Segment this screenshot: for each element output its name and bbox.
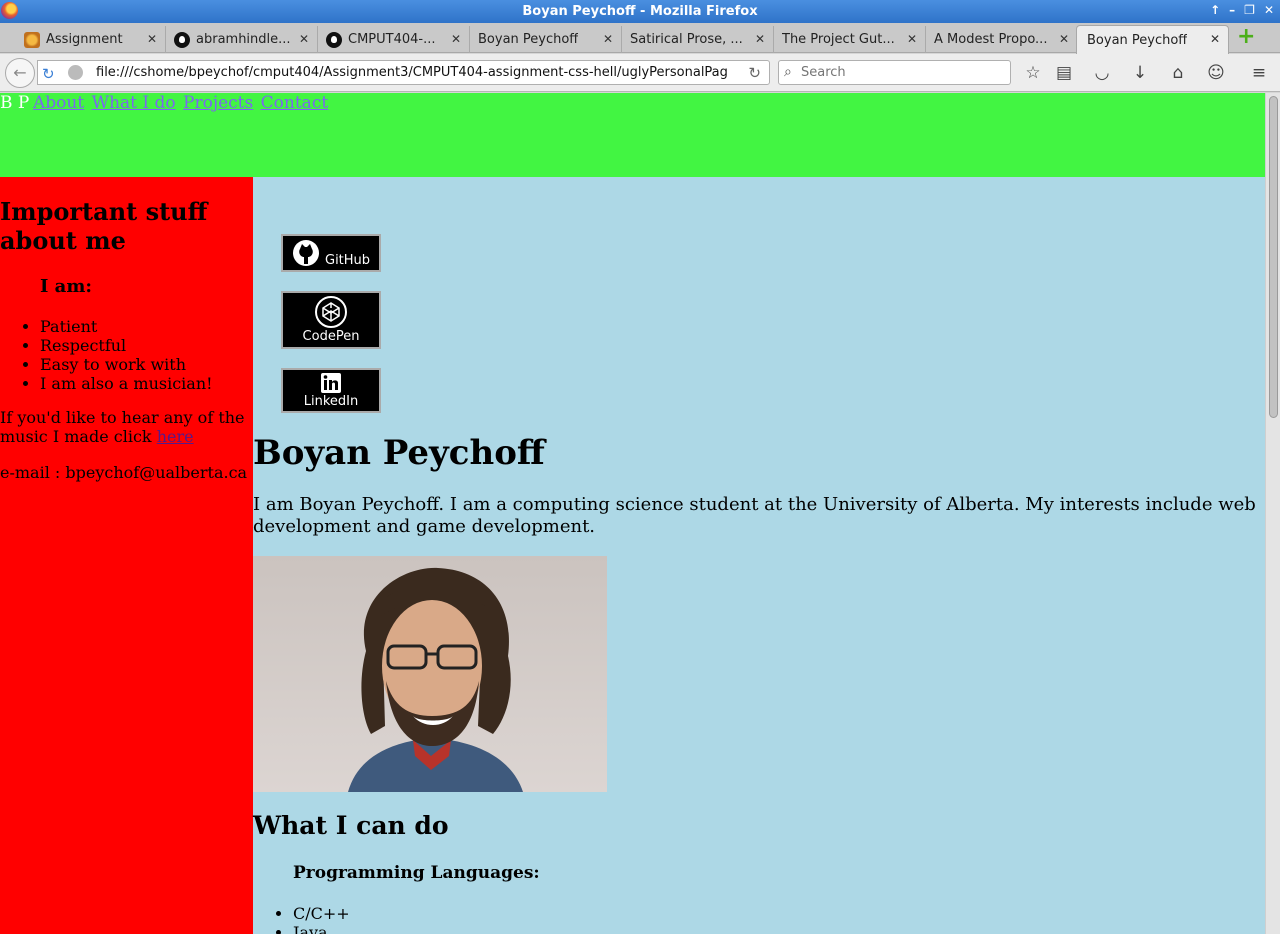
page-header: B P About What I do Projects Contact xyxy=(0,93,1265,177)
nav-about-link[interactable]: About xyxy=(33,93,84,113)
email-text: e-mail : bpeychof@ualberta.ca xyxy=(0,463,248,482)
linkedin-button[interactable]: LinkedIn xyxy=(281,368,381,413)
tab-label: A Modest Propo... xyxy=(934,32,1048,47)
url-bar[interactable]: ↻ file:///cshome/bpeychof/cmput404/Assig… xyxy=(37,60,770,85)
page-viewport: B P About What I do Projects Contact Imp… xyxy=(0,93,1265,934)
window-up-icon[interactable]: ↑ xyxy=(1210,3,1220,17)
window-title: Boyan Peychoff - Mozilla Firefox xyxy=(522,4,758,19)
sidebar-title: Important stuff about me xyxy=(0,197,208,255)
close-tab-icon[interactable]: ✕ xyxy=(451,32,461,46)
brand-initials: B P xyxy=(0,93,30,113)
list-item: I am also a musician! xyxy=(40,374,213,393)
codepen-icon xyxy=(315,296,347,328)
tab-label: CMPUT404-... xyxy=(348,32,436,47)
nav-projects-link[interactable]: Projects xyxy=(183,93,253,113)
home-icon[interactable]: ⌂ xyxy=(1167,63,1189,83)
github-icon xyxy=(293,240,319,266)
site-info-icon[interactable] xyxy=(68,65,83,80)
music-paragraph: If you'd like to hear any of the music I… xyxy=(0,408,253,446)
bookmark-star-icon[interactable]: ☆ xyxy=(1022,63,1044,83)
close-tab-icon[interactable]: ✕ xyxy=(299,32,309,46)
menu-icon[interactable]: ≡ xyxy=(1248,63,1270,83)
list-item: Respectful xyxy=(40,336,213,355)
search-input[interactable] xyxy=(801,63,1001,82)
new-tab-icon[interactable]: + xyxy=(1237,26,1257,48)
tab-modest-proposal[interactable]: A Modest Propo... ✕ xyxy=(928,26,1078,53)
portrait-illustration xyxy=(348,567,523,792)
sidebar-subtitle: I am: xyxy=(40,276,93,297)
sidebar: Important stuff about me I am: Patient R… xyxy=(0,177,253,934)
search-box[interactable]: ⌕ xyxy=(778,60,1011,85)
search-icon: ⌕ xyxy=(784,64,792,80)
window-controls: ↑ – ❐ ✕ xyxy=(1210,3,1274,17)
skills-section-title: What I can do xyxy=(253,811,449,840)
tab-label: Assignment xyxy=(46,32,123,47)
reading-list-icon[interactable]: ▤ xyxy=(1053,63,1075,83)
scrollbar-thumb[interactable] xyxy=(1269,96,1278,418)
tab-strip: Assignment ✕ abramhindle... ✕ CMPUT404-.… xyxy=(0,23,1280,54)
languages-list: C/C++ Java xyxy=(293,904,350,934)
tab-label: abramhindle... xyxy=(196,32,291,47)
window-titlebar: Boyan Peychoff - Mozilla Firefox ↑ – ❐ ✕ xyxy=(0,0,1280,23)
hello-icon[interactable]: ☺ xyxy=(1205,63,1227,83)
tab-boyan-peychoff[interactable]: Boyan Peychoff ✕ xyxy=(472,26,622,53)
tab-assignment[interactable]: Assignment ✕ xyxy=(18,26,166,53)
close-tab-icon[interactable]: ✕ xyxy=(603,32,613,46)
navigation-toolbar: ← ↻ file:///cshome/bpeychof/cmput404/Ass… xyxy=(0,54,1280,92)
github-icon xyxy=(326,31,342,48)
tab-label: Satirical Prose, ... xyxy=(630,32,743,47)
nav-contact-link[interactable]: Contact xyxy=(261,93,329,113)
music-link[interactable]: here xyxy=(157,427,194,446)
close-tab-icon[interactable]: ✕ xyxy=(147,32,157,46)
minimize-icon[interactable]: – xyxy=(1229,3,1235,17)
music-text: If you'd like to hear any of the music I… xyxy=(0,408,245,446)
maximize-icon[interactable]: ❐ xyxy=(1244,3,1255,17)
vertical-scrollbar[interactable] xyxy=(1265,93,1280,934)
page-title: Boyan Peychoff xyxy=(253,433,545,473)
close-tab-icon[interactable]: ✕ xyxy=(1210,32,1220,46)
tab-cmput404[interactable]: CMPUT404-... ✕ xyxy=(320,26,470,53)
close-tab-icon[interactable]: ✕ xyxy=(755,32,765,46)
codepen-button[interactable]: CodePen xyxy=(281,291,381,349)
tab-project-gutenberg[interactable]: The Project Gut... ✕ xyxy=(776,26,926,53)
portrait-photo xyxy=(253,556,607,792)
refresh-icon[interactable]: ↻ xyxy=(748,64,761,82)
tab-boyan-peychoff-active[interactable]: Boyan Peychoff ✕ xyxy=(1076,25,1229,54)
close-window-icon[interactable]: ✕ xyxy=(1264,3,1274,17)
linkedin-icon xyxy=(321,373,341,393)
intro-paragraph: I am Boyan Peychoff. I am a computing sc… xyxy=(253,494,1256,537)
list-item: Java xyxy=(293,923,350,934)
tab-label: Boyan Peychoff xyxy=(478,32,579,47)
tab-satirical-prose[interactable]: Satirical Prose, ... ✕ xyxy=(624,26,774,53)
header-nav: About What I do Projects Contact xyxy=(33,93,330,113)
assignment-icon xyxy=(24,31,40,48)
list-item: Easy to work with xyxy=(40,355,213,374)
github-label: GitHub xyxy=(325,253,371,268)
pocket-icon[interactable]: ◡ xyxy=(1091,63,1113,83)
github-icon xyxy=(174,31,190,48)
linkedin-label: LinkedIn xyxy=(303,394,359,409)
download-icon[interactable]: ↓ xyxy=(1129,63,1151,83)
nav-what-i-do-link[interactable]: What I do xyxy=(92,93,176,113)
tab-label: The Project Gut... xyxy=(782,32,895,47)
tab-abramhindle[interactable]: abramhindle... ✕ xyxy=(168,26,318,53)
close-tab-icon[interactable]: ✕ xyxy=(1059,32,1069,46)
github-button[interactable]: GitHub xyxy=(281,234,381,272)
tab-label: Boyan Peychoff xyxy=(1087,32,1188,48)
back-button[interactable]: ← xyxy=(5,58,35,88)
list-item: Patient xyxy=(40,317,213,336)
url-text[interactable]: file:///cshome/bpeychof/cmput404/Assignm… xyxy=(96,65,736,80)
close-tab-icon[interactable]: ✕ xyxy=(907,32,917,46)
traits-list: Patient Respectful Easy to work with I a… xyxy=(40,317,213,393)
codepen-label: CodePen xyxy=(302,329,360,344)
reload-icon[interactable]: ↻ xyxy=(42,65,55,83)
list-item: C/C++ xyxy=(293,904,350,923)
languages-title: Programming Languages: xyxy=(293,863,540,883)
